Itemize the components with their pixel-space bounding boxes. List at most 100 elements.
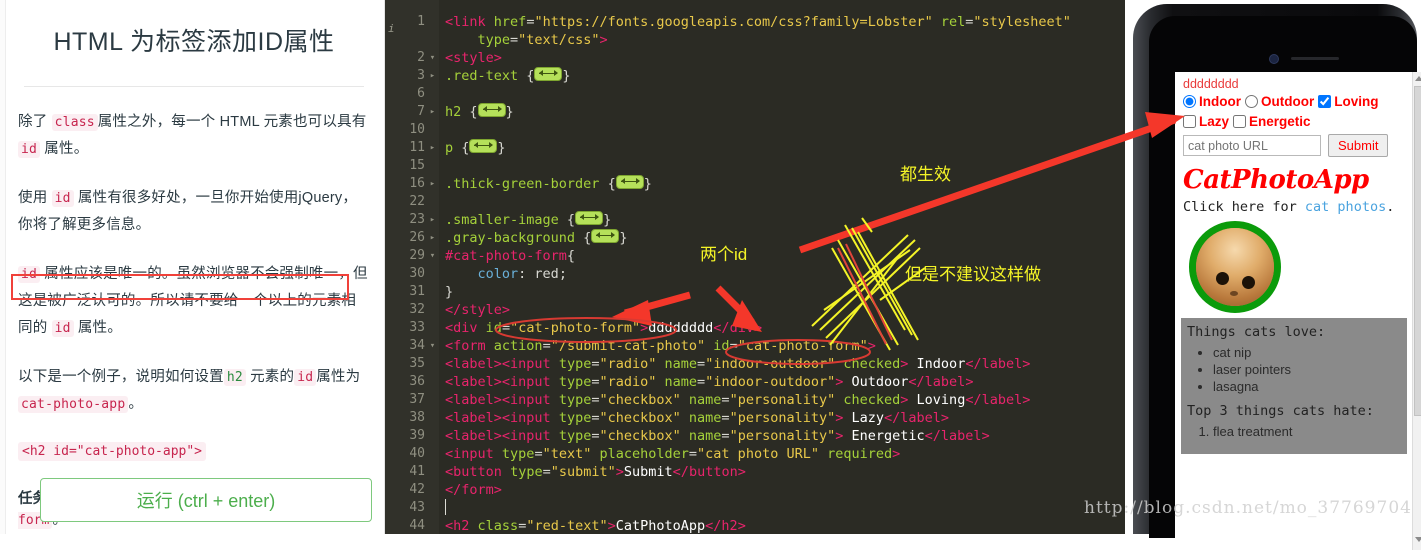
option-indoor[interactable]: Indoor bbox=[1183, 94, 1241, 109]
submit-button[interactable]: Submit bbox=[1328, 134, 1389, 157]
fold-toggle-icon[interactable]: ▾ bbox=[428, 337, 437, 355]
option-loving[interactable]: Loving bbox=[1318, 94, 1379, 109]
scrollbar-thumb[interactable] bbox=[1414, 86, 1421, 416]
paragraph-3: id 属性应该是唯一的。虽然浏览器不会强制唯一，但这是被广泛认可的。所以请不要给… bbox=[11, 261, 370, 342]
app-title: CatPhotoApp bbox=[1183, 165, 1369, 195]
p4-code-value: cat-photo-app bbox=[18, 396, 129, 413]
line-number: 26 bbox=[409, 230, 425, 245]
preview-content: dddddddd Indoor Outdoor Loving Lazy Ener… bbox=[1175, 72, 1413, 550]
code-line[interactable]: 31} bbox=[385, 283, 1133, 301]
option-lazy[interactable]: Lazy bbox=[1183, 114, 1229, 129]
code-line[interactable]: 39 <label><input type="checkbox" name="pe… bbox=[385, 427, 1133, 445]
phone-screen[interactable]: dddddddd Indoor Outdoor Loving Lazy Ener… bbox=[1175, 72, 1421, 550]
fold-toggle-icon[interactable]: ▸ bbox=[428, 211, 437, 229]
page-title: HTML 为标签添加ID属性 bbox=[53, 28, 335, 56]
code-line[interactable]: 16 ▸ .thick-green-border {} bbox=[385, 175, 1133, 193]
checkbox-row[interactable]: Lazy Energetic bbox=[1183, 114, 1407, 129]
line-number: 29 bbox=[409, 248, 425, 263]
line-number: 40 bbox=[409, 446, 425, 461]
p1-suffix: 属性。 bbox=[40, 141, 89, 157]
code-text: .gray-background {} bbox=[445, 229, 628, 246]
p4-code-id: id bbox=[294, 369, 317, 386]
code-line[interactable]: 22 bbox=[385, 193, 1133, 211]
p4-suffix: 属性为 bbox=[316, 369, 361, 385]
option-energetic[interactable]: Energetic bbox=[1233, 114, 1311, 129]
code-line[interactable]: 41 <button type="submit">Submit</button> bbox=[385, 463, 1133, 481]
paragraph-4: 以下是一个例子，说明如何设置 h2 元素的 id 属性为 cat-photo-app。 bbox=[18, 364, 370, 418]
phone-bezel: dddddddd Indoor Outdoor Loving Lazy Ener… bbox=[1149, 16, 1421, 550]
code-text: h2 {} bbox=[445, 103, 514, 120]
code-line[interactable]: 33 <div id="cat-photo-form">dddddddd</div… bbox=[385, 319, 1133, 337]
fold-toggle-icon[interactable]: ▸ bbox=[428, 229, 437, 247]
fold-toggle-icon[interactable]: ▾ bbox=[428, 247, 437, 265]
code-line[interactable]: 35 <label><input type="radio" name="indoo… bbox=[385, 355, 1133, 373]
radio-row[interactable]: Indoor Outdoor Loving bbox=[1183, 94, 1407, 109]
code-fold-widget-icon[interactable] bbox=[477, 103, 506, 117]
editor-lines[interactable]: 1 <link href="https://fonts.googleapis.co… bbox=[385, 13, 1133, 534]
click-prefix: Click here for bbox=[1183, 199, 1305, 215]
code-line[interactable]: 26 ▸ .gray-background {} bbox=[385, 229, 1133, 247]
code-line[interactable]: 29 ▾ #cat-photo-form{ bbox=[385, 247, 1133, 265]
line-number: 38 bbox=[409, 410, 425, 425]
label-lazy: Lazy bbox=[1199, 114, 1230, 129]
code-fold-widget-icon[interactable] bbox=[469, 139, 498, 153]
code-text: <label><input type="checkbox" name="pers… bbox=[445, 428, 990, 444]
fold-toggle-icon[interactable]: ▸ bbox=[428, 139, 437, 157]
code-line[interactable]: 38 <label><input type="checkbox" name="pe… bbox=[385, 409, 1133, 427]
fold-toggle-icon[interactable]: ▾ bbox=[428, 49, 437, 67]
code-text: <h2 class="red-text">CatPhotoApp</h2> bbox=[445, 518, 746, 534]
panel-edge-strip bbox=[0, 0, 6, 534]
scroll-down-icon[interactable] bbox=[1413, 533, 1421, 546]
cat-photos-link[interactable]: cat photos bbox=[1305, 199, 1386, 215]
code-line[interactable]: 37 <label><input type="checkbox" name="pe… bbox=[385, 391, 1133, 409]
cat-photo-url-input[interactable] bbox=[1183, 135, 1321, 156]
fold-toggle-icon[interactable]: ▸ bbox=[428, 175, 437, 193]
radio-outdoor[interactable] bbox=[1245, 95, 1258, 108]
code-line[interactable]: 43 bbox=[385, 499, 1133, 517]
code-line[interactable]: 2 ▾ <style> bbox=[385, 49, 1133, 67]
code-line[interactable]: 1 <link href="https://fonts.googleapis.co… bbox=[385, 13, 1133, 31]
radio-indoor[interactable] bbox=[1183, 95, 1196, 108]
fold-toggle-icon[interactable]: ▸ bbox=[428, 103, 437, 121]
code-fold-widget-icon[interactable] bbox=[575, 211, 604, 225]
code-text: <label><input type="checkbox" name="pers… bbox=[445, 392, 1031, 408]
hate-heading: Top 3 things cats hate: bbox=[1187, 403, 1374, 419]
code-line[interactable]: 34 ▾ <form action="/submit-cat-photo" id="… bbox=[385, 337, 1133, 355]
code-line[interactable]: 32 </style> bbox=[385, 301, 1133, 319]
scroll-up-icon[interactable] bbox=[1413, 72, 1421, 85]
line-number: 10 bbox=[409, 122, 425, 137]
p3-code-id: id bbox=[18, 266, 41, 283]
run-button[interactable]: 运行 (ctrl + enter) bbox=[40, 478, 372, 522]
p2-code-id: id bbox=[51, 190, 74, 207]
code-line[interactable]: 44 <h2 class="red-text">CatPhotoApp</h2> bbox=[385, 517, 1133, 534]
click-suffix: . bbox=[1386, 199, 1395, 215]
label-loving: Loving bbox=[1334, 94, 1379, 109]
code-line[interactable]: 7 ▸ h2 {} bbox=[385, 103, 1133, 121]
fold-toggle-icon[interactable]: ▸ bbox=[428, 67, 437, 85]
code-line[interactable]: 40 <input type="text" placeholder="cat ph… bbox=[385, 445, 1133, 463]
checkbox-energetic[interactable] bbox=[1233, 115, 1247, 128]
code-line[interactable]: 42 </form> bbox=[385, 481, 1133, 499]
label-indoor: Indoor bbox=[1199, 94, 1241, 109]
preview-scrollbar[interactable] bbox=[1412, 72, 1421, 550]
code-text: <style> bbox=[445, 50, 502, 66]
code-line[interactable]: 23 ▸ .smaller-image {} bbox=[385, 211, 1133, 229]
checkbox-loving[interactable] bbox=[1318, 95, 1332, 108]
code-editor[interactable]: i 1 <link href="https://fonts.googleapis.… bbox=[385, 0, 1133, 534]
code-line[interactable]: 6 bbox=[385, 85, 1133, 103]
code-line[interactable]: 15 bbox=[385, 157, 1133, 175]
option-outdoor[interactable]: Outdoor bbox=[1245, 94, 1314, 109]
code-fold-widget-icon[interactable] bbox=[615, 175, 644, 189]
code-fold-widget-icon[interactable] bbox=[591, 229, 620, 243]
code-line[interactable]: 10 bbox=[385, 121, 1133, 139]
code-line[interactable]: 3 ▸ .red-text {} bbox=[385, 67, 1133, 85]
code-line[interactable]: type="text/css"> bbox=[385, 31, 1133, 49]
checkbox-lazy[interactable] bbox=[1183, 115, 1196, 128]
code-line[interactable]: 36 <label><input type="radio" name="indoo… bbox=[385, 373, 1133, 391]
line-number: 16 bbox=[409, 176, 425, 191]
code-fold-widget-icon[interactable] bbox=[534, 67, 563, 81]
code-line[interactable]: 11 ▸ p {} bbox=[385, 139, 1133, 157]
p3-suffix: 属性。 bbox=[73, 320, 123, 336]
code-line[interactable]: 30 color: red; bbox=[385, 265, 1133, 283]
line-number: 30 bbox=[409, 266, 425, 281]
